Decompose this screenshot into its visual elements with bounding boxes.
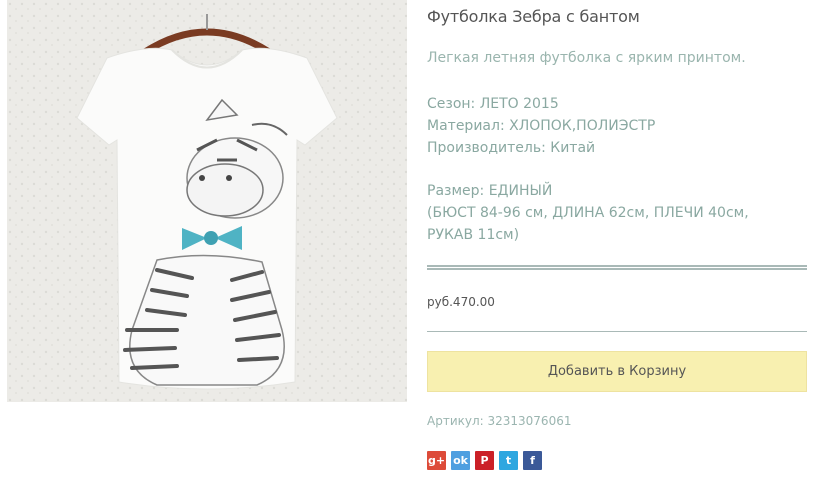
twitter-icon[interactable]: t — [499, 451, 518, 470]
product-title: Футболка Зебра с бантом — [427, 7, 640, 26]
manufacturer-spec: Производитель: Китай — [427, 140, 596, 156]
add-to-cart-button[interactable]: Добавить в Корзину — [427, 351, 807, 392]
product-description: Легкая летняя футболка с ярким принтом. — [427, 50, 746, 66]
product-price: руб.470.00 — [427, 295, 495, 309]
season-spec: Сезон: ЛЕТО 2015 — [427, 96, 559, 112]
google-plus-icon[interactable]: g+ — [427, 451, 446, 470]
measurements-line-1: (БЮСТ 84-96 см, ДЛИНА 62см, ПЛЕЧИ 40см, — [427, 205, 749, 221]
size-spec: Размер: ЕДИНЫЙ (БЮСТ 84-96 см, ДЛИНА 62с… — [427, 180, 749, 246]
divider — [427, 331, 807, 332]
odnoklassniki-icon[interactable]: ok — [451, 451, 470, 470]
product-sku: Артикул: 32313076061 — [427, 414, 572, 428]
product-image[interactable] — [7, 0, 407, 402]
pinterest-icon[interactable]: P — [475, 451, 494, 470]
product-specs: Сезон: ЛЕТО 2015 Материал: ХЛОПОК,ПОЛИЭС… — [427, 93, 655, 159]
divider — [427, 265, 807, 270]
material-spec: Материал: ХЛОПОК,ПОЛИЭСТР — [427, 118, 656, 134]
share-buttons: g+ ok P t f — [427, 451, 542, 470]
size-label: Размер: ЕДИНЫЙ — [427, 183, 553, 199]
facebook-icon[interactable]: f — [523, 451, 542, 470]
measurements-line-2: РУКАВ 11см) — [427, 227, 520, 243]
